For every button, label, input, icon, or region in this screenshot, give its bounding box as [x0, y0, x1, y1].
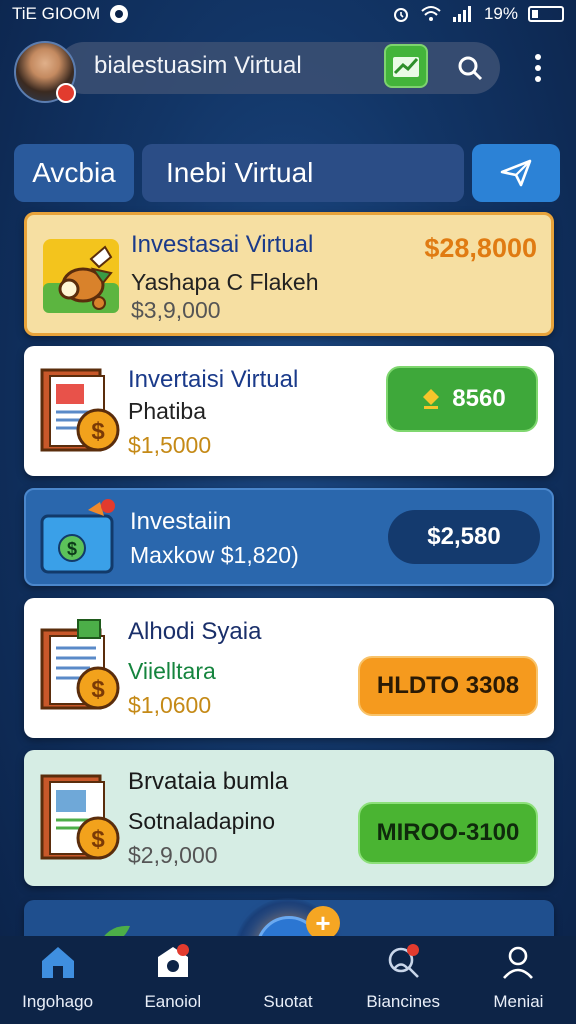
- nav-label: Meniai: [493, 992, 544, 1011]
- investment-thumb: $: [38, 768, 128, 860]
- card-subtitle: Phatiba: [128, 398, 207, 424]
- nav-label: Eanoiol: [144, 992, 202, 1011]
- investment-card[interactable]: $ Alhodi Syaia Viielltara $1,0600 HLDTO …: [24, 598, 554, 738]
- status-carrier: TiE GIOOM: [12, 4, 101, 23]
- search-icon: [458, 56, 483, 81]
- card-title: Investaiin: [130, 508, 232, 535]
- tab-avcbia[interactable]: Avcbia: [14, 144, 134, 202]
- bottom-nav: Ingohago Eanoiol Suotat Biancines Meniai: [0, 936, 576, 1024]
- svg-text:$: $: [91, 826, 105, 853]
- card-subtitle: Maxkow $1,820): [130, 542, 299, 568]
- price-button-label: $2,580: [427, 523, 501, 550]
- svg-text:$: $: [67, 539, 77, 559]
- action-button[interactable]: MIROO-3100: [358, 802, 538, 864]
- investment-card[interactable]: $ Investaiin Maxkow $1,820) $2,580: [24, 488, 554, 586]
- nav-label: Biancines: [366, 992, 441, 1011]
- price-button[interactable]: 8560: [386, 366, 538, 432]
- search-button[interactable]: [450, 48, 490, 88]
- battery-icon: [528, 6, 564, 22]
- coin-icon: [423, 389, 440, 409]
- price-button[interactable]: $2,580: [388, 510, 540, 564]
- nav-item-search-person[interactable]: Biancines: [346, 936, 461, 1024]
- camera-icon: [153, 942, 193, 982]
- investment-thumb: $: [40, 498, 130, 578]
- nav-label: Suotat: [263, 992, 313, 1011]
- card-title: Brvataia bumla: [128, 768, 289, 795]
- investment-thumb: $: [38, 362, 128, 452]
- document-coin-icon: $: [40, 619, 120, 710]
- card-subtitle: Viielltara: [128, 658, 216, 684]
- more-dot-icon: [535, 76, 541, 82]
- action-button[interactable]: HLDTO 3308: [358, 656, 538, 716]
- card-price: $28,8000: [424, 233, 537, 263]
- investment-thumb: [41, 229, 131, 319]
- app-header: bialestuasim Virtual: [14, 38, 562, 106]
- svg-text:$: $: [91, 418, 105, 445]
- card-amount: $1,0600: [128, 692, 212, 718]
- document-coin-icon: $: [40, 774, 120, 860]
- nav-item-center[interactable]: Suotat: [230, 936, 345, 1024]
- header-title: bialestuasim Virtual: [94, 52, 302, 79]
- action-button-label: MIROO-3100: [376, 819, 520, 846]
- status-left: TiE GIOOM: [12, 4, 129, 24]
- card-title: Investasai Virtual: [131, 231, 314, 258]
- mail-chart-button[interactable]: [384, 44, 428, 88]
- investment-thumb: $: [38, 618, 128, 710]
- notification-icon: [110, 5, 129, 23]
- nav-label: Ingohago: [22, 992, 94, 1011]
- home-icon: [38, 942, 78, 982]
- wifi-icon: [421, 6, 441, 21]
- profile-icon: [498, 942, 538, 982]
- investment-card[interactable]: $ Invertaisi Virtual Phatiba $1,5000 856…: [24, 346, 554, 476]
- send-button[interactable]: [472, 144, 560, 202]
- nav-item-home[interactable]: Ingohago: [0, 936, 115, 1024]
- status-bar: TiE GIOOM 19%: [0, 0, 576, 28]
- card-amount: $2,9,000: [128, 842, 218, 868]
- avatar[interactable]: [14, 41, 76, 103]
- alarm-icon: [393, 8, 408, 22]
- card-title: Alhodi Syaia: [128, 618, 262, 645]
- document-coin-icon: $: [40, 368, 120, 452]
- price-button-label: 8560: [452, 385, 506, 412]
- card-amount: $3,9,000: [131, 297, 221, 323]
- status-right: 19%: [392, 4, 564, 24]
- wallet-icon: $: [40, 499, 115, 574]
- more-dot-icon: [535, 65, 541, 71]
- tab-bar: Avcbia Inebi Virtual: [14, 144, 560, 202]
- more-dot-icon: [535, 54, 541, 60]
- investment-card[interactable]: $ Brvataia bumla Sotnaladapino $2,9,000 …: [24, 750, 554, 886]
- mail-chart-icon: [393, 57, 419, 77]
- investment-card[interactable]: Investasai Virtual Yashapa C Flakeh $3,9…: [24, 212, 554, 336]
- more-menu-button[interactable]: [526, 48, 550, 88]
- money-bag-icon: [43, 239, 119, 313]
- tab-inebi-virtual[interactable]: Inebi Virtual: [142, 144, 464, 202]
- person-search-icon: [383, 942, 423, 982]
- fab-plus-badge: +: [306, 906, 340, 940]
- svg-text:$: $: [91, 676, 105, 703]
- send-icon: [500, 159, 532, 187]
- card-title: Invertaisi Virtual: [128, 366, 299, 393]
- action-button-label: HLDTO 3308: [376, 672, 520, 699]
- card-amount: $1,5000: [128, 432, 212, 458]
- signal-icon: [452, 6, 471, 22]
- battery-percent: 19%: [483, 4, 518, 23]
- nav-item-camera[interactable]: Eanoiol: [115, 936, 230, 1024]
- card-subtitle: Sotnaladapino: [128, 808, 276, 834]
- notification-dot: [176, 944, 189, 956]
- card-subtitle: Yashapa C Flakeh: [131, 269, 319, 295]
- avatar-badge: [56, 83, 76, 103]
- nav-item-profile[interactable]: Meniai: [461, 936, 576, 1024]
